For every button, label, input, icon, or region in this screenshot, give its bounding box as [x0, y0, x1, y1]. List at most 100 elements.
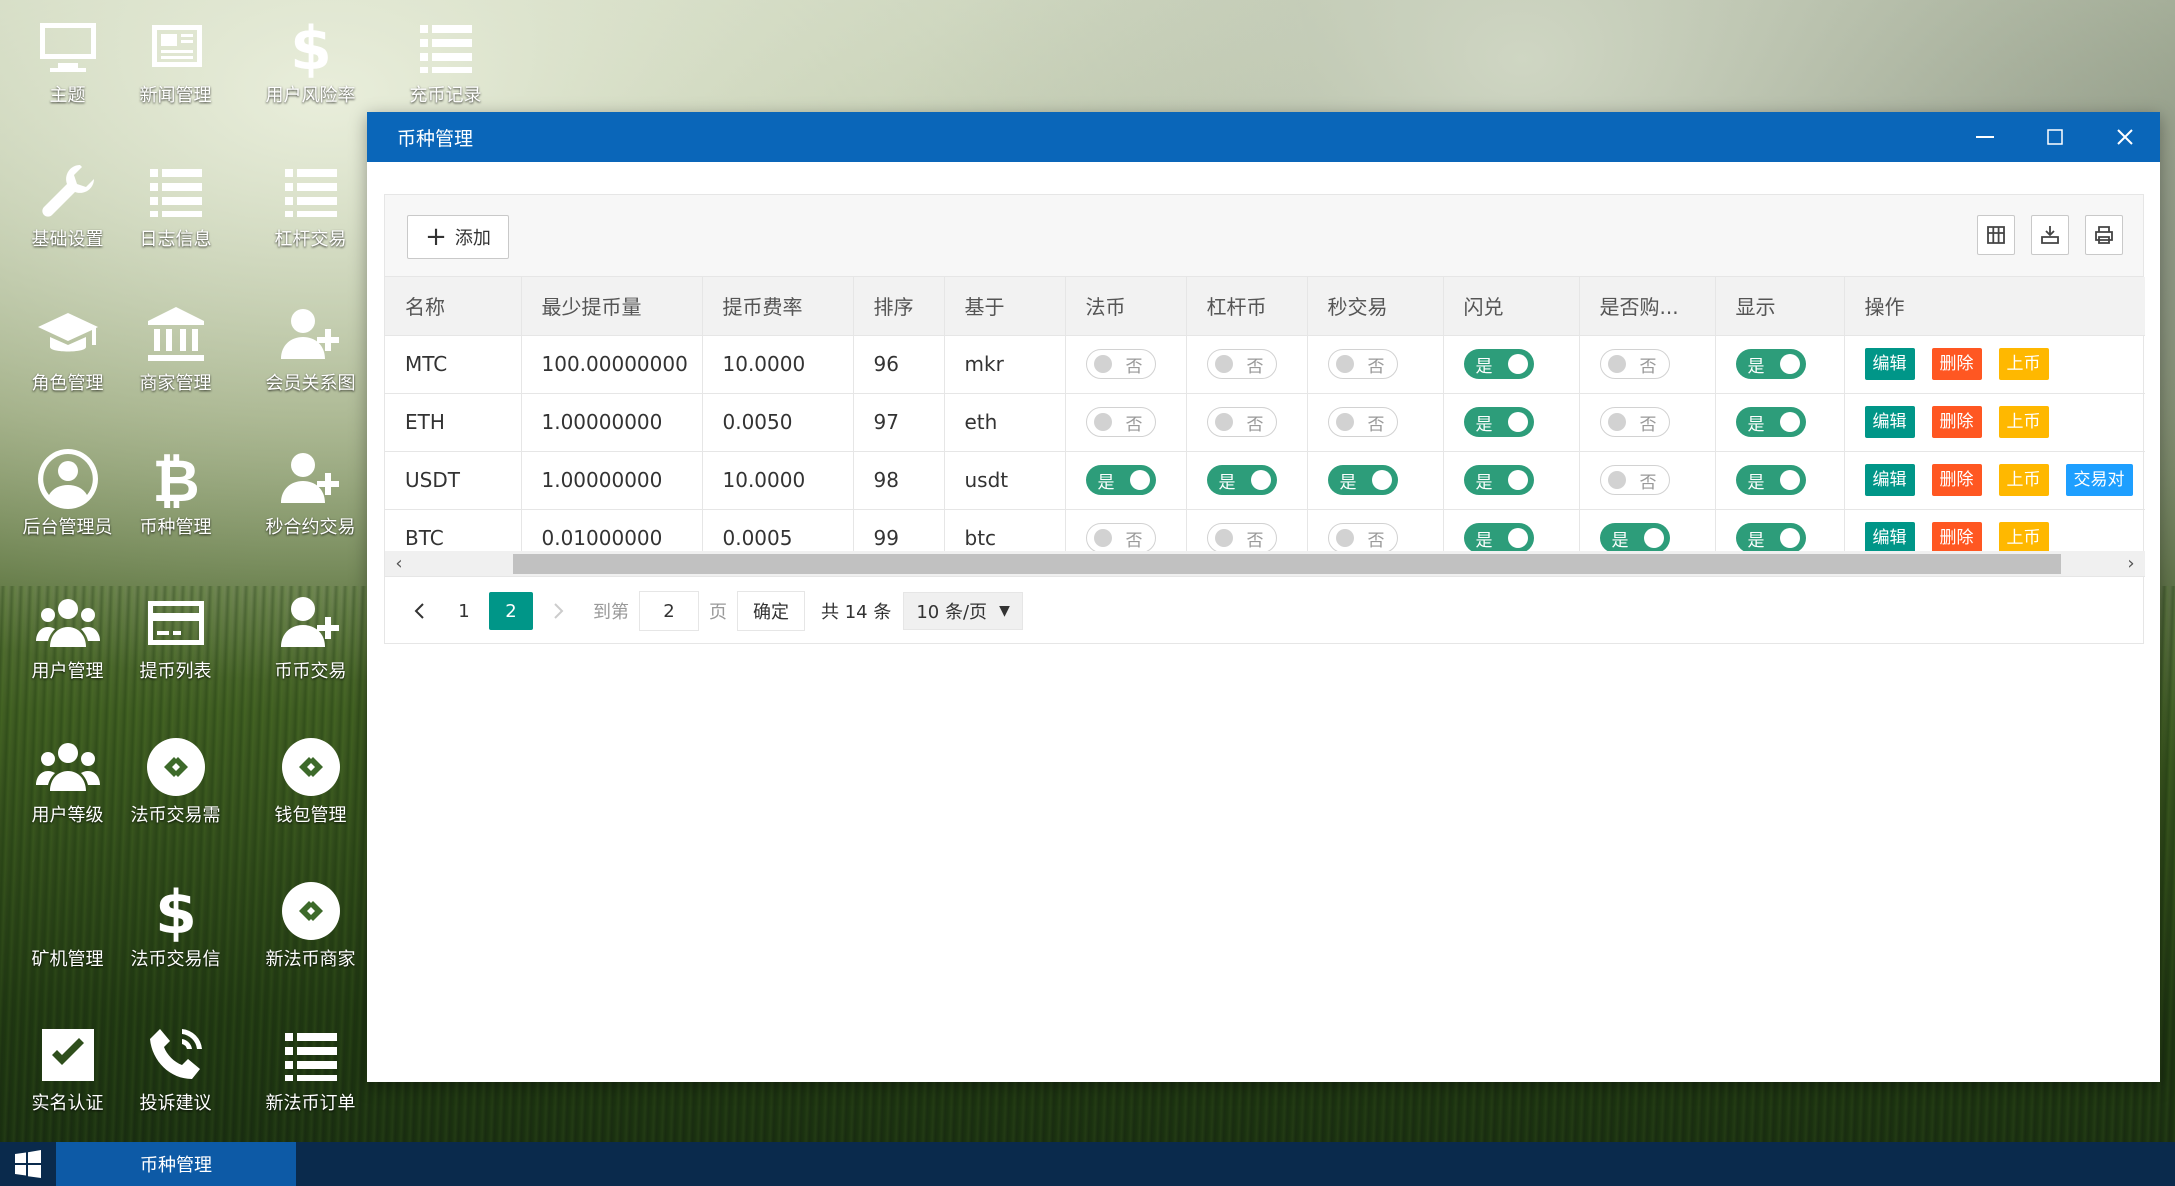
dollar-icon: $: [290, 15, 332, 79]
scroll-right-arrow[interactable]: ›: [2121, 551, 2141, 577]
col-header-lever[interactable]: 杠杆币: [1186, 277, 1308, 336]
lever-toggle[interactable]: 是: [1206, 465, 1277, 495]
desktop-icon-fiat-info[interactable]: $ 法币交易信: [108, 874, 243, 1004]
delete-button[interactable]: 删除: [1931, 406, 1982, 438]
second-trade-toggle[interactable]: 否: [1327, 349, 1398, 379]
cell-second-trade: 否: [1307, 335, 1444, 394]
next-page-button[interactable]: [539, 592, 577, 630]
desktop-icon-coin-trade[interactable]: 币币交易: [243, 586, 378, 716]
table-header-row: 名称 最少提币量 提币费率 排序 基于 法币 杠杆币 秒交易 闪兑 是否购...…: [385, 277, 2145, 336]
flash-toggle[interactable]: 是: [1463, 465, 1534, 495]
buy-toggle[interactable]: 否: [1599, 465, 1670, 495]
lever-toggle[interactable]: 否: [1206, 407, 1277, 437]
cell-sort: 97: [853, 393, 945, 452]
print-button[interactable]: [2085, 215, 2123, 255]
goto-confirm-button[interactable]: 确定: [737, 591, 805, 631]
list-coin-button[interactable]: 上币: [1998, 464, 2049, 496]
scroll-left-arrow[interactable]: ‹: [389, 551, 409, 577]
col-header-show[interactable]: 显示: [1715, 277, 1845, 336]
desktop-icon-lever[interactable]: 杠杆交易: [243, 154, 378, 284]
desktop-icon-new-fiat-merchant[interactable]: 新法币商家: [243, 874, 378, 1004]
cell-min-withdraw: 1.00000000: [521, 393, 703, 452]
desktop-icon-second-contract[interactable]: 秒合约交易: [243, 442, 378, 572]
columns-filter-button[interactable]: [1977, 215, 2015, 255]
goto-label: 到第: [593, 602, 629, 623]
desktop-icon-member-graph[interactable]: 会员关系图: [243, 298, 378, 428]
fiat-toggle[interactable]: 是: [1085, 465, 1156, 495]
fiat-toggle[interactable]: 否: [1085, 523, 1156, 551]
desktop-icon-coins[interactable]: ₿ 币种管理: [108, 442, 243, 572]
lever-toggle[interactable]: 否: [1206, 349, 1277, 379]
lever-toggle[interactable]: 否: [1206, 523, 1277, 551]
add-button[interactable]: + 添加: [407, 215, 509, 259]
show-toggle[interactable]: 是: [1735, 407, 1806, 437]
list-coin-button[interactable]: 上币: [1998, 348, 2049, 380]
desktop-icon-new-fiat-orders[interactable]: 新法币订单: [243, 1018, 378, 1148]
page-1-button[interactable]: 1: [445, 592, 483, 630]
taskbar-item-coin-management[interactable]: 币种管理: [56, 1142, 296, 1186]
desktop-icon-wallet[interactable]: 钱包管理: [243, 730, 378, 860]
window-titlebar[interactable]: 币种管理: [367, 112, 2160, 162]
fiat-toggle[interactable]: 否: [1085, 349, 1156, 379]
edit-button[interactable]: 编辑: [1864, 522, 1915, 551]
start-button[interactable]: [0, 1142, 56, 1186]
edit-button[interactable]: 编辑: [1864, 406, 1915, 438]
col-header-sort[interactable]: 排序: [853, 277, 945, 336]
show-toggle[interactable]: 是: [1735, 465, 1806, 495]
cell-actions: 编辑 删除 上币 交易对: [1844, 451, 2145, 510]
col-header-min-withdraw[interactable]: 最少提币量: [521, 277, 703, 336]
goto-page-input[interactable]: 2: [639, 591, 699, 631]
page-2-button-current[interactable]: 2: [489, 592, 533, 630]
cell-base: mkr: [944, 335, 1066, 394]
minimize-button[interactable]: [1950, 112, 2020, 162]
col-header-name[interactable]: 名称: [385, 277, 522, 336]
desktop-icon-complaints[interactable]: 投诉建议: [108, 1018, 243, 1148]
trading-pair-button[interactable]: 交易对: [2065, 464, 2133, 496]
dollar-icon: $: [155, 879, 197, 943]
desktop-icon-withdraw-list[interactable]: 提币列表: [108, 586, 243, 716]
prev-page-button[interactable]: [401, 592, 439, 630]
list-coin-button[interactable]: 上币: [1998, 522, 2049, 551]
col-header-base[interactable]: 基于: [944, 277, 1066, 336]
buy-toggle[interactable]: 是: [1599, 523, 1670, 551]
export-button[interactable]: [2031, 215, 2069, 255]
desktop-icon-risk[interactable]: $ 用户风险率: [243, 10, 378, 140]
desktop-icon-news[interactable]: 新闻管理: [108, 10, 243, 140]
delete-button[interactable]: 删除: [1931, 348, 1982, 380]
flash-toggle[interactable]: 是: [1463, 349, 1534, 379]
maximize-button[interactable]: [2020, 112, 2090, 162]
list-coin-button[interactable]: 上币: [1998, 406, 2049, 438]
second-trade-toggle[interactable]: 否: [1327, 407, 1398, 437]
flash-toggle[interactable]: 是: [1463, 523, 1534, 551]
col-header-buy[interactable]: 是否购...: [1579, 277, 1716, 336]
edit-button[interactable]: 编辑: [1864, 348, 1915, 380]
close-button[interactable]: [2090, 112, 2160, 162]
svg-text:$: $: [155, 879, 197, 943]
col-header-fee[interactable]: 提币费率: [702, 277, 854, 336]
flash-toggle[interactable]: 是: [1463, 407, 1534, 437]
buy-toggle[interactable]: 否: [1599, 407, 1670, 437]
desktop-icon-fiat-demand[interactable]: 法币交易需: [108, 730, 243, 860]
columns-icon: [1987, 226, 2005, 244]
buy-toggle[interactable]: 否: [1599, 349, 1670, 379]
desktop-icon-merchants[interactable]: 商家管理: [108, 298, 243, 428]
fiat-toggle[interactable]: 否: [1085, 407, 1156, 437]
cell-actions: 编辑 删除 上币: [1844, 393, 2145, 452]
show-toggle[interactable]: 是: [1735, 523, 1806, 551]
table-row: MTC 100.00000000 10.0000 96 mkr 否 否 否 是 否 是 编辑 删除 上币: [385, 335, 2145, 394]
delete-button[interactable]: 删除: [1931, 464, 1982, 496]
scrollbar-thumb[interactable]: [513, 554, 2061, 574]
list-icon: [284, 169, 337, 217]
desktop-icon-logs[interactable]: 日志信息: [108, 154, 243, 284]
edit-button[interactable]: 编辑: [1864, 464, 1915, 496]
col-header-flash[interactable]: 闪兑: [1443, 277, 1580, 336]
horizontal-scrollbar[interactable]: ‹ ›: [385, 551, 2145, 577]
delete-button[interactable]: 删除: [1931, 522, 1982, 551]
col-header-second-trade[interactable]: 秒交易: [1307, 277, 1444, 336]
second-trade-toggle[interactable]: 是: [1327, 465, 1398, 495]
col-header-fiat[interactable]: 法币: [1065, 277, 1187, 336]
show-toggle[interactable]: 是: [1735, 349, 1806, 379]
cell-min-withdraw: 0.01000000: [521, 509, 703, 551]
page-size-select[interactable]: 10 条/页 ▼: [903, 592, 1023, 630]
second-trade-toggle[interactable]: 否: [1327, 523, 1398, 551]
